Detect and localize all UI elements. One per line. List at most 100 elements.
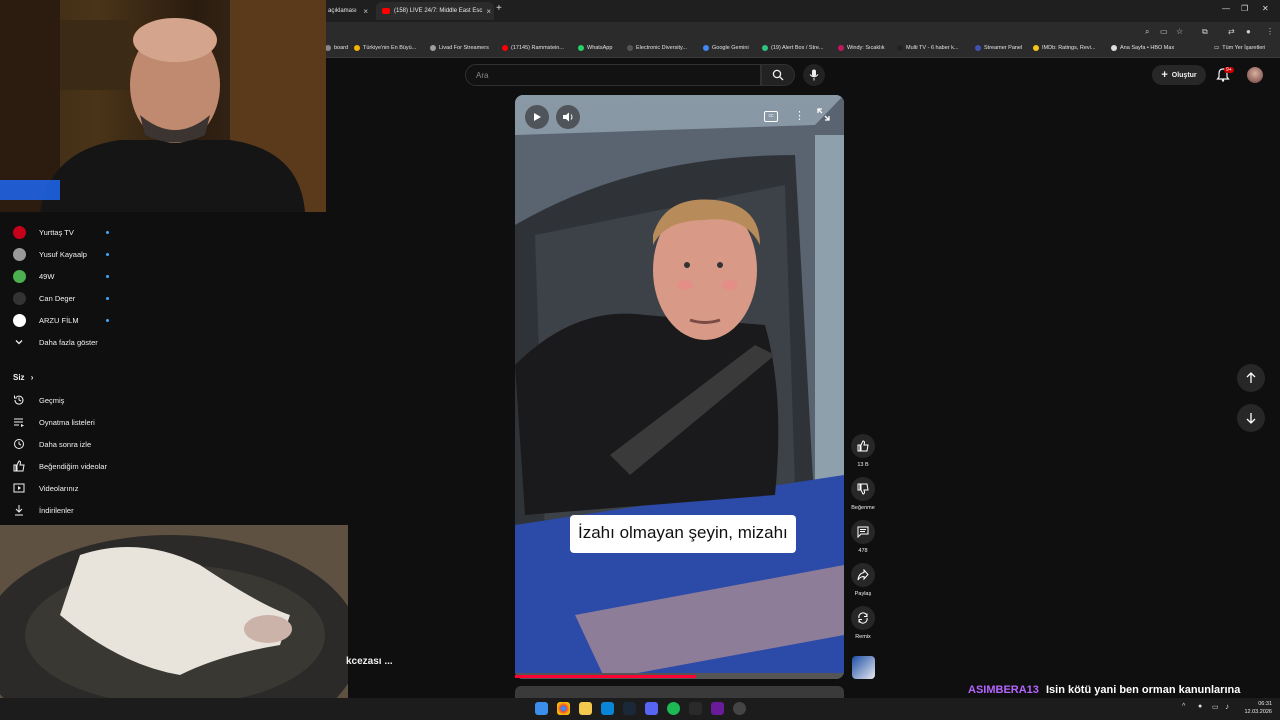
bookmark-favicon-icon	[838, 45, 844, 51]
search-button[interactable]	[761, 64, 795, 86]
comment-count: 478	[858, 548, 868, 554]
minimize-icon[interactable]: —	[1222, 4, 1230, 13]
bookmark-item[interactable]: (17145) Rammstein...	[502, 45, 564, 51]
zoom-icon[interactable]: ⌕	[1145, 27, 1149, 37]
shorts-video-player[interactable]	[515, 95, 844, 679]
audio-thumbnail[interactable]	[852, 656, 875, 679]
sidebar-item-label: Videolarınız	[39, 483, 79, 493]
voice-search-button[interactable]	[803, 64, 825, 86]
comments-button[interactable]: 478	[850, 520, 876, 554]
next-short-preview[interactable]	[515, 686, 844, 698]
sidebar-item-label: Daha sonra izle	[39, 439, 92, 449]
spotify-icon[interactable]	[667, 702, 680, 715]
sidebar-toggle-icon[interactable]: ⇄	[1228, 27, 1235, 36]
bookmark-favicon-icon	[578, 45, 584, 51]
previous-short-button[interactable]	[1237, 364, 1265, 392]
close-window-icon[interactable]: ✕	[1262, 4, 1269, 13]
sidebar-item-like[interactable]: Beğendiğim videolar	[12, 457, 312, 475]
all-bookmarks-folder[interactable]: ▭ Tüm Yer İşaretleri	[1214, 45, 1265, 51]
share-button[interactable]: Paylaş	[850, 563, 876, 597]
close-tab-icon[interactable]: ×	[486, 7, 491, 16]
extensions-icon[interactable]: ⧉	[1202, 27, 1208, 37]
clock-time: 06:31	[1258, 701, 1272, 707]
bookmark-item[interactable]: Streamer Panel	[975, 45, 1022, 51]
subscription-label: Can Deger	[39, 293, 76, 303]
volume-tray-icon[interactable]: ♪	[1225, 702, 1229, 711]
sidebar-subscription-item[interactable]: Yurttaş TV	[12, 223, 312, 241]
system-clock[interactable]: 06:31 12.03.2026	[1244, 700, 1272, 716]
sidebar-item-history[interactable]: Geçmiş	[12, 391, 312, 409]
sidebar-item-download[interactable]: İndirilenler	[12, 501, 312, 519]
remix-button[interactable]: Remix	[850, 606, 876, 640]
network-icon[interactable]: ▭	[1212, 703, 1219, 711]
restore-icon[interactable]: ❐	[1241, 4, 1248, 13]
sidebar-item-playlists[interactable]: Oynatma listeleri	[12, 413, 312, 431]
sidebar-subscription-item[interactable]: Can Deger	[12, 289, 312, 307]
fullscreen-icon[interactable]	[817, 108, 830, 126]
discord-icon[interactable]	[645, 702, 658, 715]
bookmark-item[interactable]: Electronic Diversity...	[627, 45, 687, 51]
edge-icon[interactable]	[601, 702, 614, 715]
play-button[interactable]	[525, 105, 549, 129]
sidebar-subscription-item[interactable]: 49W	[12, 267, 312, 285]
dislike-icon	[857, 483, 869, 495]
bookmark-item[interactable]: Livad For Streamers	[430, 45, 489, 51]
account-icon[interactable]: ●	[1246, 27, 1251, 36]
bookmark-item[interactable]: IMDb: Ratings, Revi...	[1033, 45, 1096, 51]
epic-games-icon[interactable]	[689, 702, 702, 715]
bookmark-star-icon[interactable]: ☆	[1176, 27, 1183, 36]
chevron-down-icon	[12, 335, 26, 349]
bookmark-item[interactable]: Multi TV - 6 haber k...	[897, 45, 958, 51]
sidebar-item-video[interactable]: Videolarınız	[12, 479, 312, 497]
bookmark-item[interactable]: board	[325, 45, 348, 51]
plus-icon: +	[1161, 69, 1168, 81]
browser-tab-active[interactable]: (158) LIVE 24/7: Middle East Esc ×	[376, 2, 494, 20]
new-tab-icon[interactable]: +	[496, 3, 502, 14]
sidebar-subscription-item[interactable]: Yusuf Kayaalp	[12, 245, 312, 263]
sidebar-subscription-item[interactable]: ARZU FİLM	[12, 311, 312, 329]
obs-icon[interactable]	[733, 702, 746, 715]
steam-icon[interactable]	[623, 702, 636, 715]
file-explorer-icon[interactable]	[579, 702, 592, 715]
you-label: Siz	[13, 373, 25, 382]
like-button[interactable]: 13 B	[850, 434, 876, 468]
volume-button[interactable]	[556, 105, 580, 129]
cast-icon[interactable]: ▭	[1160, 27, 1168, 36]
sidebar-item-label: Oynatma listeleri	[39, 417, 95, 427]
subscription-label: Yurttaş TV	[39, 227, 74, 237]
dislike-button[interactable]: Beğenme	[850, 477, 876, 511]
browser-menu-icon[interactable]: ⋮	[1266, 27, 1274, 36]
like-count: 13 B	[857, 462, 869, 468]
subscription-label: ARZU FİLM	[39, 315, 79, 325]
bookmark-favicon-icon	[703, 45, 709, 51]
mic-icon	[809, 69, 819, 81]
bookmark-item[interactable]: Google Gemini	[703, 45, 749, 51]
share-label: Paylaş	[854, 591, 872, 597]
you-section-heading[interactable]: Siz ›	[13, 373, 33, 382]
show-more-button[interactable]: Daha fazla göster	[12, 333, 312, 351]
tray-chevron-icon[interactable]: ^	[1182, 703, 1185, 710]
bookmark-item[interactable]: Türkiye'nin En Büyü...	[354, 45, 416, 51]
avatar[interactable]	[1247, 67, 1263, 83]
next-short-button[interactable]	[1237, 404, 1265, 432]
browser-tab[interactable]: açıklaması ×	[322, 2, 374, 20]
bookmark-item[interactable]: Windy: Sıcaklık	[838, 45, 885, 51]
new-content-dot	[106, 231, 109, 234]
chrome-icon[interactable]	[557, 702, 570, 715]
search-input[interactable]: Ara	[465, 64, 761, 86]
bookmark-favicon-icon	[762, 45, 768, 51]
history-icon	[12, 393, 26, 407]
microphone-tray-icon[interactable]: ●	[1198, 703, 1202, 710]
bookmark-item[interactable]: WhatsApp	[578, 45, 612, 51]
start-icon[interactable]	[535, 702, 548, 715]
captions-icon[interactable]: cc	[764, 111, 778, 122]
bookmark-item[interactable]: Ana Sayfa • HBO Max	[1111, 45, 1174, 51]
more-options-icon[interactable]: ⋮	[794, 109, 805, 122]
sidebar-item-clock[interactable]: Daha sonra izle	[12, 435, 312, 453]
app-icon[interactable]	[711, 702, 724, 715]
create-button[interactable]: + Oluştur	[1152, 65, 1206, 85]
close-tab-icon[interactable]: ×	[363, 7, 368, 16]
folder-icon: ▭	[1214, 45, 1220, 51]
video-progress-bar[interactable]	[515, 675, 696, 678]
bookmark-item[interactable]: (19) Alert Box / Stre...	[762, 45, 824, 51]
